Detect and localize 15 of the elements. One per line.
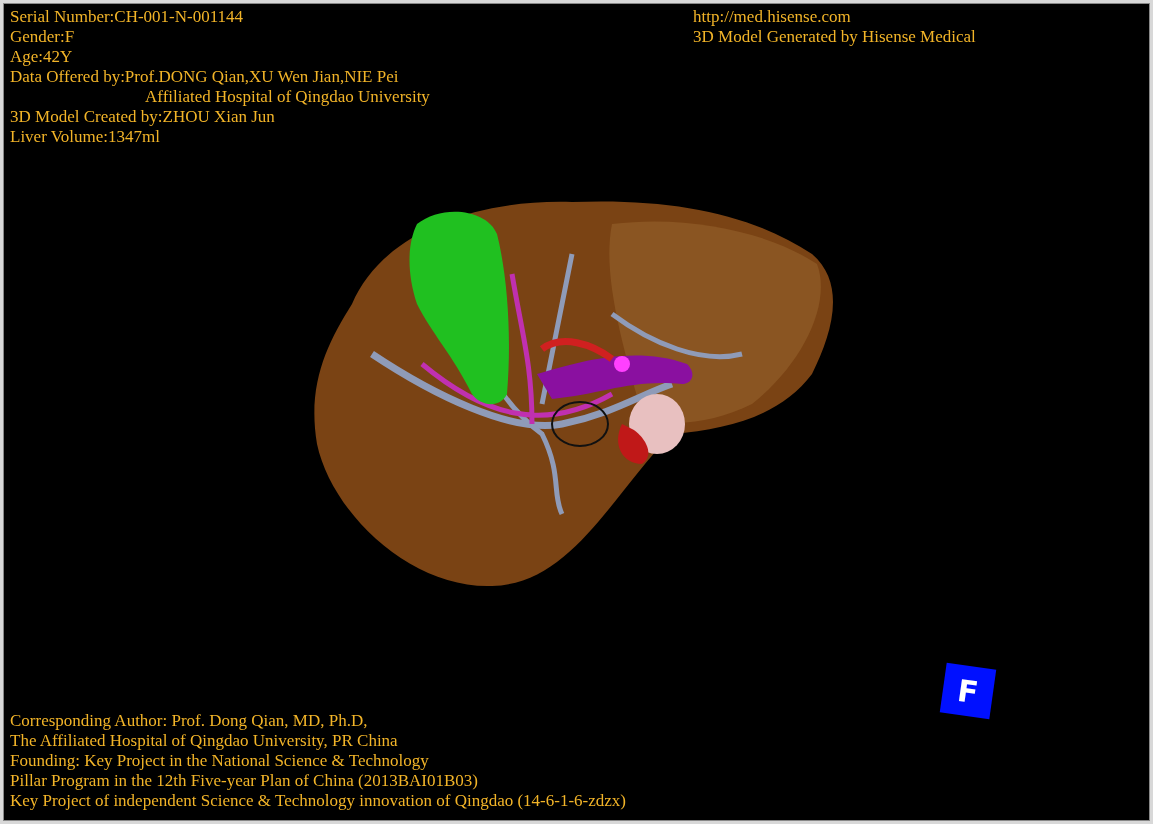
info-text: Data Offered by:Prof.DONG Qian,XU Wen Jian,NIE Pei <box>10 67 399 87</box>
info-text: http://med.hisense.com <box>693 7 851 27</box>
info-text: Gender:F <box>10 27 75 47</box>
info-text: Liver Volume:1347ml <box>10 127 160 147</box>
info-text: 3D Model Created by:ZHOU Xian Jun <box>10 107 275 127</box>
info-text: Founding: Key Project in the National Science & Technology <box>10 751 429 771</box>
info-text: Affiliated Hospital of Qingdao University <box>145 87 430 107</box>
orientation-cube: F <box>939 662 997 720</box>
info-text: Key Project of independent Science & Technology innovation of Qingdao (14-6-1-6-zdzx) <box>10 791 626 811</box>
info-text: Age:42Y <box>10 47 73 67</box>
info-text: Corresponding Author: Prof. Dong Qian, MD, Ph.D, <box>10 711 368 731</box>
info-text: Serial Number:CH-001-N-001144 <box>10 7 244 27</box>
info-text: 3D Model Generated by Hisense Medical <box>693 27 976 47</box>
info-text: The Affiliated Hospital of Qingdao University, PR China <box>10 731 398 751</box>
info-text: Pillar Program in the 12th Five-year Plan of China (2013BAI01B03) <box>10 771 478 791</box>
